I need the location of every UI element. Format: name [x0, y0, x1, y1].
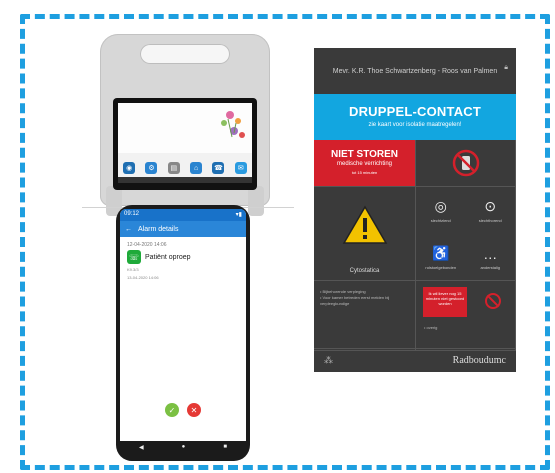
brand-name: Radboudumc: [452, 355, 506, 366]
card-header: Mevr. K.R. Thoe Schwartzenberg - Roos va…: [314, 48, 516, 94]
wheelchair-icon: ♿: [432, 245, 450, 261]
droplet-contact-banner: DRUPPEL-CONTACT zie kaart voor isolatie …: [314, 94, 516, 140]
foot-logo-icon: ⁂: [324, 355, 333, 365]
eye-icon: ◎: [434, 198, 447, 214]
tablet-app-icon[interactable]: ⌂: [190, 162, 203, 174]
alarm-label: Patiënt oproep: [145, 253, 191, 261]
cytostatica-cell: Cytostatica: [314, 187, 416, 281]
medical-procedure-label: medische verrichting: [336, 161, 393, 167]
tablet-app-icon[interactable]: ◉: [123, 162, 136, 174]
tablet-app-icon[interactable]: ✉: [234, 162, 247, 174]
hearing-impaired-item: ⊙ slechthorend: [466, 187, 516, 234]
reject-button[interactable]: ✕: [187, 403, 201, 417]
alarm-sub: K9.3/3: [127, 267, 139, 272]
do-not-disturb-cell: NIET STOREN medische verrichting tot 15 …: [314, 140, 416, 187]
alarm-time: 13-04-2020 14:06: [127, 275, 159, 280]
app-title: Alarm details: [138, 225, 179, 233]
status-time: 09:12: [124, 211, 140, 217]
speech-bubble-icon: …: [483, 245, 498, 262]
wheelchair-item: ♿ rolstoelgebonden: [416, 234, 466, 281]
stage: ◉ ⚙ ▤ ⌂ ☎ ✉ 09:12 ▾▮ ← Alarm details 12-04-20…: [0, 0, 555, 473]
banner-title: DRUPPEL-CONTACT: [348, 104, 482, 119]
patient-call-icon: ☏: [127, 250, 141, 264]
foreign-language-item: … anderstalig: [466, 234, 516, 281]
phone: 09:12 ▾▮ ← Alarm details 12-04-2020 14:0…: [116, 205, 250, 461]
communication-grid: ◎ slechtziend ⊙ slechthorend ♿ rolstoelg…: [416, 187, 515, 281]
tablet-handle: [140, 44, 230, 64]
nav-home-icon[interactable]: ●: [182, 444, 186, 450]
alarm-row: ☏ Patiënt oproep: [120, 250, 246, 264]
tablet-case: ◉ ⚙ ▤ ⌂ ☎ ✉: [100, 34, 270, 216]
patient-name: Mevr. K.R. Thoe Schwartzenberg - Roos va…: [332, 67, 498, 75]
isolation-card: Mevr. K.R. Thoe Schwartzenberg - Roos va…: [314, 48, 516, 372]
more-label: • overig: [424, 325, 438, 330]
status-bar: 09:12 ▾▮: [120, 209, 246, 221]
care-instructions: • Bijbehorende verpleging • Voor kamer b…: [314, 281, 416, 351]
tablet-stand-right: [248, 186, 264, 216]
android-nav-bar: ◀ ● ■: [120, 441, 246, 453]
tablet-app-icon[interactable]: ▤: [167, 162, 180, 174]
prohibited-icon: [485, 293, 501, 309]
ear-icon: ⊙: [484, 198, 497, 214]
nav-recents-icon[interactable]: ■: [223, 444, 227, 450]
tablet-screen: ◉ ⚙ ▤ ⌂ ☎ ✉: [118, 103, 252, 183]
nav-back-icon[interactable]: ◀: [139, 444, 144, 451]
action-row: ✓ ✕: [120, 403, 246, 417]
hearing-impaired-label: slechthorend: [478, 218, 502, 223]
status-icons: ▾▮: [235, 212, 242, 218]
card-footer: ⁂ Radboudumc: [314, 348, 516, 372]
lock-icon: 🔒︎: [504, 64, 508, 71]
accept-button[interactable]: ✓: [165, 403, 179, 417]
extra-request-cell: Ik wil liever nog 15 minuten niet gestoo…: [416, 281, 516, 351]
warning-icon: [342, 205, 388, 244]
do-not-disturb-title: NIET STOREN: [330, 149, 399, 160]
visually-impaired-item: ◎ slechtziend: [416, 187, 466, 234]
tablet-bezel: ◉ ⚙ ▤ ⌂ ☎ ✉: [113, 98, 257, 190]
app-bar: ← Alarm details: [120, 221, 246, 237]
tablet-taskbar: [118, 177, 252, 183]
banner-subtitle: zie kaart voor isolatie maatregelen!: [368, 122, 462, 128]
tablet-app-icon[interactable]: ⚙: [145, 162, 158, 174]
back-arrow-icon[interactable]: ←: [125, 226, 132, 233]
warn-box: Ik wil liever nog 15 minuten niet gestoo…: [423, 287, 467, 317]
alarm-date: 12-04-2020 14:06: [127, 242, 167, 248]
duration-label: tot 15 minuten: [351, 170, 378, 175]
cytostatica-label: Cytostatica: [349, 268, 380, 274]
no-phone-cell: [416, 140, 516, 187]
communication-cell: ◎ slechtziend ⊙ slechthorend ♿ rolstoelg…: [416, 187, 516, 281]
no-phone-icon: [452, 149, 479, 177]
foreign-language-label: anderstalig: [480, 264, 501, 270]
flower-wallpaper-icon: [221, 111, 245, 138]
visually-impaired-label: slechtziend: [430, 218, 451, 223]
tablet-app-icon[interactable]: ☎: [212, 162, 225, 174]
phone-screen: 09:12 ▾▮ ← Alarm details 12-04-2020 14:0…: [120, 209, 246, 441]
wheelchair-label: rolstoelgebonden: [425, 265, 457, 270]
card-grid: NIET STOREN medische verrichting tot 15 …: [314, 140, 516, 351]
